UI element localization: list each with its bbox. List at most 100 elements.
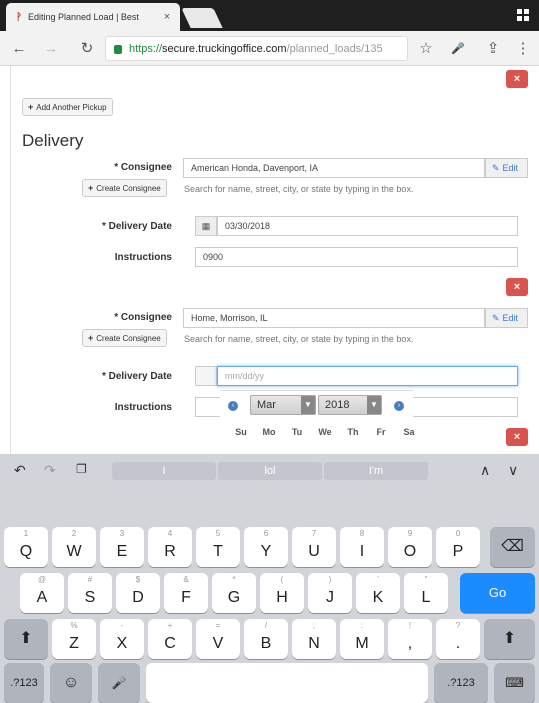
- key-r[interactable]: 4R: [148, 527, 192, 567]
- emoji-icon[interactable]: ☺: [50, 663, 92, 703]
- suggestion-item[interactable]: I: [112, 462, 216, 480]
- key-o[interactable]: 9O: [388, 527, 432, 567]
- key-k[interactable]: ' K: [356, 573, 400, 613]
- new-tab-button[interactable]: [181, 8, 223, 28]
- consignee-input[interactable]: American Honda, Davenport, IA: [183, 158, 485, 178]
- key-f[interactable]: & F: [164, 573, 208, 613]
- paste-icon[interactable]: ❐: [76, 462, 87, 476]
- numbers-key[interactable]: .?123: [434, 663, 488, 703]
- hide-keyboard-icon[interactable]: ⌨: [494, 663, 535, 703]
- month-select[interactable]: Mar ▼: [250, 395, 316, 415]
- next-month-icon[interactable]: ›: [394, 401, 404, 411]
- prev-month-icon[interactable]: ‹: [228, 401, 238, 411]
- calendar-icon[interactable]: ▦: [195, 216, 217, 236]
- weekday-header: Su Mo Tu We Th Fr Sa: [227, 427, 423, 437]
- weekday-label: Th: [347, 427, 359, 437]
- add-another-pickup-button[interactable]: + Add Another Pickup: [22, 98, 113, 116]
- key-c[interactable]: + C: [148, 619, 192, 659]
- url-path: /planned_loads/135: [286, 42, 383, 55]
- key-comma[interactable]: !,: [388, 619, 432, 659]
- reload-icon[interactable]: ↻: [76, 38, 98, 60]
- year-value: 2018: [325, 399, 350, 411]
- backspace-key[interactable]: ⌫: [490, 527, 535, 567]
- key-alt: %: [70, 621, 78, 630]
- address-bar[interactable]: https:// secure.truckingoffice.com /plan…: [105, 36, 408, 61]
- key-alt: #: [87, 575, 93, 584]
- key-alt: ): [328, 575, 332, 584]
- tab-overview-icon[interactable]: [517, 9, 529, 21]
- edit-consignee-button[interactable]: ✎ Edit: [485, 158, 528, 178]
- key-period[interactable]: ?.: [436, 619, 480, 659]
- tab-editing-planned-load[interactable]: ᚹ Editing Planned Load | Best ×: [6, 3, 180, 31]
- share-icon[interactable]: ⇪: [482, 38, 504, 60]
- key-n[interactable]: ; N: [292, 619, 336, 659]
- menu-icon[interactable]: ⋮: [512, 38, 534, 60]
- consignee-input[interactable]: Home, Morrison, IL: [183, 308, 485, 328]
- create-consignee-button[interactable]: + Create Consignee: [82, 179, 167, 197]
- key-alt: &: [183, 575, 189, 584]
- lock-icon: [114, 45, 122, 54]
- key-alt: ": [424, 575, 428, 584]
- key-s[interactable]: # S: [68, 573, 112, 613]
- delete-delivery-button[interactable]: ×: [506, 278, 528, 296]
- key-d[interactable]: $ D: [116, 573, 160, 613]
- undo-icon[interactable]: ↶: [14, 462, 26, 479]
- redo-icon[interactable]: ↷: [44, 462, 56, 479]
- key-x[interactable]: -X: [100, 619, 144, 659]
- weekday-label: Sa: [403, 427, 415, 437]
- key-v[interactable]: = V: [196, 619, 240, 659]
- chevron-down-icon[interactable]: ∨: [508, 462, 518, 479]
- delete-pickup-button[interactable]: ×: [506, 70, 528, 88]
- back-icon[interactable]: ←: [8, 38, 30, 60]
- key-u[interactable]: 7U: [292, 527, 336, 567]
- numbers-key[interactable]: .?123: [4, 663, 44, 703]
- delivery-date-input[interactable]: 03/30/2018: [217, 216, 518, 236]
- key-e[interactable]: 3E: [100, 527, 144, 567]
- instructions-input[interactable]: 0900: [195, 247, 518, 267]
- add-another-pickup-label: Add Another Pickup: [36, 102, 107, 112]
- key-label: ,: [407, 635, 413, 652]
- key-label: H: [276, 589, 288, 606]
- key-alt: 4: [167, 529, 173, 538]
- key-l[interactable]: " L: [404, 573, 448, 613]
- key-alt: /: [264, 621, 268, 630]
- go-key[interactable]: Go: [460, 573, 535, 613]
- key-p[interactable]: 0P: [436, 527, 480, 567]
- edit-consignee-button[interactable]: ✎ Edit: [485, 308, 528, 328]
- delivery-date-input-focused[interactable]: mm/dd/yy: [217, 366, 518, 386]
- calendar-icon[interactable]: [195, 366, 217, 386]
- key-y[interactable]: 6Y: [244, 527, 288, 567]
- forward-icon[interactable]: →: [40, 38, 62, 60]
- key-t[interactable]: 5T: [196, 527, 240, 567]
- chevron-up-icon[interactable]: ∧: [480, 462, 490, 479]
- shift-key[interactable]: ⬆: [4, 619, 48, 659]
- key-alt: 5: [215, 529, 221, 538]
- key-w[interactable]: 2W: [52, 527, 96, 567]
- key-z[interactable]: % Z: [52, 619, 96, 659]
- weekday-label: Mo: [262, 427, 276, 437]
- create-consignee-button[interactable]: + Create Consignee: [82, 329, 167, 347]
- key-a[interactable]: @ A: [20, 573, 64, 613]
- key-j[interactable]: ) J: [308, 573, 352, 613]
- key-alt: ;: [312, 621, 316, 630]
- key-q[interactable]: 1Q: [4, 527, 48, 567]
- space-key[interactable]: [146, 663, 428, 703]
- tab-close-icon[interactable]: ×: [160, 11, 174, 23]
- shift-key[interactable]: ⬆: [484, 619, 535, 659]
- tab-title: Editing Planned Load | Best: [28, 12, 139, 22]
- key-m[interactable]: :M: [340, 619, 384, 659]
- bookmark-star-icon[interactable]: ☆: [415, 38, 437, 60]
- key-label: J: [326, 589, 334, 606]
- key-h[interactable]: (H: [260, 573, 304, 613]
- year-select[interactable]: 2018 ▼: [318, 395, 382, 415]
- mic-icon[interactable]: 🎤: [447, 38, 469, 60]
- suggestion-item[interactable]: lol: [218, 462, 322, 480]
- key-label: L: [421, 589, 431, 606]
- delete-delivery-button[interactable]: ×: [506, 428, 528, 446]
- suggestion-item[interactable]: I'm: [324, 462, 428, 480]
- key-label: V: [212, 635, 224, 652]
- dictation-mic-icon[interactable]: 🎤: [98, 663, 140, 703]
- key-g[interactable]: * G: [212, 573, 256, 613]
- key-b[interactable]: / B: [244, 619, 288, 659]
- key-i[interactable]: 8I: [340, 527, 384, 567]
